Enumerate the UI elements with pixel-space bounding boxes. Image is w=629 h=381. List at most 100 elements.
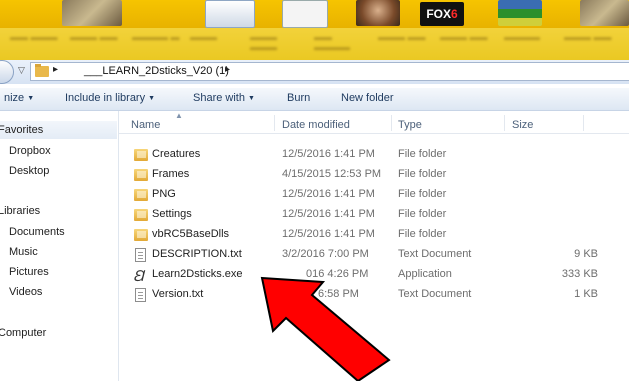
- nav-documents[interactable]: Documents: [9, 226, 65, 238]
- organize-label: nize: [4, 92, 25, 104]
- blurred-label: ▬▬▬ ▬▬: [564, 32, 612, 42]
- file-type: Text Document: [398, 248, 472, 260]
- file-row[interactable]: Settings 12/5/2016 1:41 PM File folder: [119, 205, 629, 225]
- column-headers: ▲ Name Date modified Type Size: [119, 111, 629, 134]
- column-header-date[interactable]: Date modified: [282, 119, 350, 131]
- desktop-thumbnail[interactable]: [580, 0, 629, 26]
- file-name: Version.txt: [152, 288, 204, 300]
- blurred-label: ▬▬▬▬ ▬: [132, 32, 180, 42]
- nav-favorites[interactable]: Favorites: [0, 124, 43, 136]
- breadcrumb-folder[interactable]: ___LEARN_2Dsticks_V20 (1): [84, 65, 229, 77]
- dropdown-caret-icon: ▼: [247, 95, 255, 102]
- file-date: 12/5/2016 1:41 PM: [282, 228, 375, 240]
- burn-button[interactable]: Burn: [287, 92, 310, 104]
- column-divider[interactable]: [583, 115, 584, 131]
- desktop-thumbnail[interactable]: [62, 0, 122, 26]
- file-date: 12/5/2016 1:41 PM: [282, 148, 375, 160]
- file-row[interactable]: PNG 12/5/2016 1:41 PM File folder: [119, 185, 629, 205]
- folder-icon: [134, 229, 148, 241]
- nav-pictures[interactable]: Pictures: [9, 266, 49, 278]
- application-icon: Ꞛ: [133, 267, 145, 285]
- file-list: ▲ Name Date modified Type Size Creatures…: [119, 111, 629, 381]
- blurred-label: ▬▬▬ ▬▬: [378, 32, 426, 42]
- desktop-thumbnail[interactable]: [282, 0, 328, 28]
- include-in-library-button[interactable]: Include in library ▼: [65, 92, 155, 104]
- file-row[interactable]: Version.txt 6:58 PM Text Document 1 KB: [119, 285, 629, 305]
- desktop-thumbnail[interactable]: [498, 0, 542, 26]
- folder-icon: [134, 189, 148, 201]
- file-name: DESCRIPTION.txt: [152, 248, 242, 260]
- folder-icon: [134, 149, 148, 161]
- column-header-size[interactable]: Size: [512, 119, 533, 131]
- file-size: 1 KB: [574, 288, 598, 300]
- column-divider[interactable]: [504, 115, 505, 131]
- file-row[interactable]: vbRC5BaseDlls 12/5/2016 1:41 PM File fol…: [119, 225, 629, 245]
- nav-desktop[interactable]: Desktop: [9, 165, 49, 177]
- file-row[interactable]: Frames 4/15/2015 12:53 PM File folder: [119, 165, 629, 185]
- blurred-label: ▬▬▬ ▬▬: [440, 32, 488, 42]
- dropdown-caret-icon: ▼: [148, 95, 156, 102]
- column-header-type[interactable]: Type: [398, 119, 422, 131]
- nav-libraries[interactable]: Libraries: [0, 205, 40, 217]
- file-type: File folder: [398, 188, 447, 200]
- file-name: Settings: [152, 208, 192, 220]
- file-name: Learn2Dsticks.exe: [152, 268, 243, 280]
- file-type: Text Document: [398, 288, 472, 300]
- file-date: 016 4:26 PM: [306, 268, 369, 280]
- file-name: PNG: [152, 188, 176, 200]
- organize-button[interactable]: nize ▼: [4, 92, 34, 104]
- desktop-label-band: ▬▬ ▬▬▬ ▬▬▬ ▬▬ ▬▬▬▬ ▬ ▬▬▬ ▬▬▬ ▬▬▬ ▬▬ ▬▬▬▬…: [0, 28, 629, 64]
- file-date: 4/15/2015 12:53 PM: [282, 168, 382, 180]
- share-with-button[interactable]: Share with ▼: [193, 92, 255, 104]
- nav-videos[interactable]: Videos: [9, 286, 42, 298]
- file-date: 12/5/2016 1:41 PM: [282, 208, 375, 220]
- folder-icon: [35, 64, 49, 77]
- share-label: Share with: [193, 92, 245, 104]
- file-type: File folder: [398, 228, 447, 240]
- breadcrumb-chevron-icon[interactable]: ▸: [53, 64, 58, 75]
- address-bar[interactable]: ▸ ___LEARN_2Dsticks_V20 (1) ▸: [30, 62, 629, 81]
- file-row[interactable]: Creatures 12/5/2016 1:41 PM File folder: [119, 145, 629, 165]
- file-date: 3/2/2016 7:00 PM: [282, 248, 369, 260]
- column-header-name[interactable]: Name: [131, 119, 160, 131]
- back-button[interactable]: [0, 60, 14, 84]
- file-size: 333 KB: [561, 268, 598, 280]
- text-file-icon: [135, 248, 146, 262]
- blurred-label: ▬▬▬ ▬▬: [70, 32, 118, 42]
- file-size: 9 KB: [574, 248, 598, 260]
- desktop-thumbnail[interactable]: [356, 0, 400, 26]
- file-row[interactable]: DESCRIPTION.txt 3/2/2016 7:00 PM Text Do…: [119, 245, 629, 265]
- nav-dropbox[interactable]: Dropbox: [9, 145, 51, 157]
- command-toolbar: nize ▼ Include in library ▼ Share with ▼ Bu…: [0, 88, 629, 111]
- fox-logo-number: 6: [450, 7, 458, 21]
- dropdown-caret-icon: ▼: [27, 95, 35, 102]
- blurred-label: ▬▬▬: [190, 32, 217, 42]
- desktop-thumbnail-strip: FOX6: [0, 0, 629, 28]
- file-date: 12/5/2016 1:41 PM: [282, 188, 375, 200]
- address-row: ▽ ▸ ___LEARN_2Dsticks_V20 (1) ▸: [0, 60, 629, 84]
- history-chevron-icon[interactable]: ▽: [18, 65, 25, 76]
- new-folder-button[interactable]: New folder: [341, 92, 394, 104]
- breadcrumb-chevron-icon[interactable]: ▸: [225, 64, 230, 75]
- file-type: Application: [398, 268, 452, 280]
- file-type: File folder: [398, 148, 447, 160]
- nav-music[interactable]: Music: [9, 246, 38, 258]
- file-name: Creatures: [152, 148, 201, 160]
- blurred-label: ▬▬▬▬: [504, 32, 540, 42]
- desktop-thumbnail[interactable]: [205, 0, 255, 28]
- text-file-icon: [135, 288, 146, 302]
- blurred-label: ▬▬ ▬▬▬: [10, 32, 58, 42]
- column-divider[interactable]: [274, 115, 275, 131]
- folder-icon: [134, 209, 148, 221]
- fox-logo-text: FOX: [426, 7, 451, 21]
- include-label: Include in library: [65, 92, 146, 104]
- folder-icon: [134, 169, 148, 181]
- nav-computer[interactable]: Computer: [0, 327, 46, 339]
- column-divider[interactable]: [391, 115, 392, 131]
- file-name: Frames: [152, 168, 190, 180]
- blurred-label: ▬▬ ▬▬▬▬: [314, 32, 350, 52]
- navigation-pane: Favorites Dropbox Desktop Libraries Docu…: [0, 111, 119, 381]
- file-row[interactable]: Ꞛ Learn2Dsticks.exe 016 4:26 PM Applicat…: [119, 265, 629, 285]
- fox6-thumbnail[interactable]: FOX6: [420, 2, 464, 26]
- file-date: 6:58 PM: [318, 288, 359, 300]
